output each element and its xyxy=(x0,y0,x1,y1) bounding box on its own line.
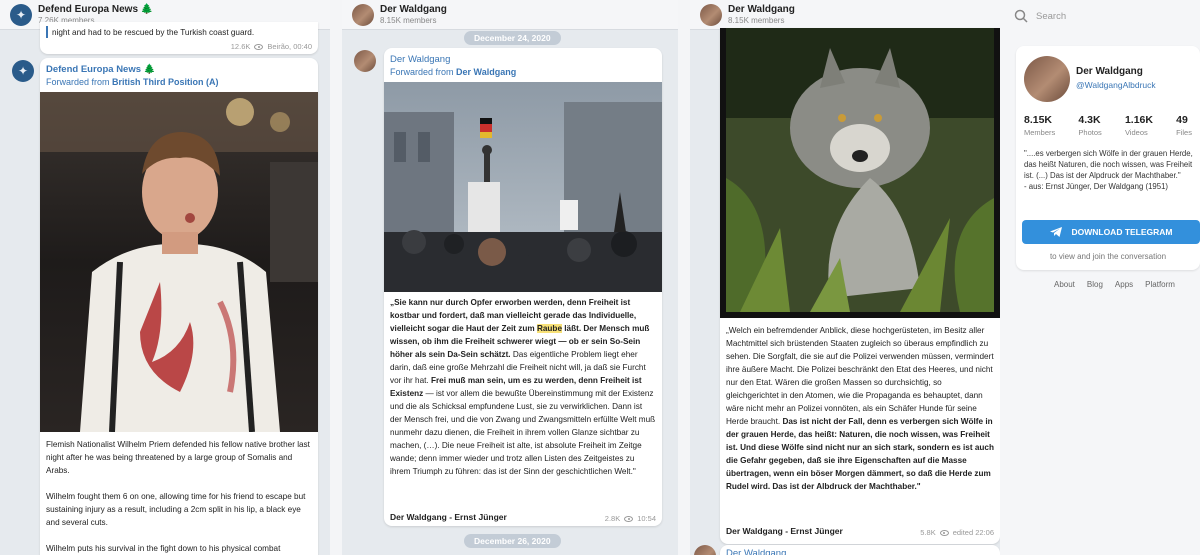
post-author-name[interactable]: Der Waldgang xyxy=(390,54,656,65)
panel-divider xyxy=(330,0,342,555)
message-bubble: Defend Europa News 🌲 Forwarded from Brit… xyxy=(40,58,318,555)
stat-label: Files xyxy=(1176,128,1192,137)
forwarded-prefix: Forwarded from xyxy=(390,67,457,77)
date-separator: December 26, 2020 xyxy=(464,534,561,548)
panel-divider xyxy=(678,0,690,555)
post-paragraph-1: Flemish Nationalist Wilhelm Priem defend… xyxy=(46,440,310,475)
description-source: - aus: Ernst Jünger, Der Waldgang (1951) xyxy=(1024,182,1169,191)
channel-avatar: ✦ xyxy=(10,3,32,26)
stat-label: Videos xyxy=(1124,128,1148,137)
footer-link-apps[interactable]: Apps xyxy=(1115,280,1133,289)
channel-avatar xyxy=(352,3,374,26)
profile-stats: 8.15K Members 4.3K Photos 1.16K Videos 49 Fi… xyxy=(1016,114,1200,137)
channel-panel-defend-europa: ✦ Defend Europa News 🌲 7.26K members nig… xyxy=(0,0,330,555)
eye-icon xyxy=(254,43,264,50)
footer-links: About Blog Apps Platform xyxy=(1054,280,1175,289)
profile-description: "....es verbergen sich Wölfe in der grau… xyxy=(1024,148,1200,192)
photo-man-image xyxy=(40,92,318,432)
post-text: „Sie kann nur durch Opfer erworben werde… xyxy=(390,296,656,478)
channel-header[interactable]: Der Waldgang 8.15K members xyxy=(342,0,678,30)
channel-header[interactable]: Der Waldgang 8.15K members xyxy=(690,0,1000,30)
stat-label: Photos xyxy=(1078,128,1102,137)
post-signature: Der Waldgang - Ernst Jünger xyxy=(390,512,507,522)
forwarded-source[interactable]: Der Waldgang xyxy=(456,67,516,77)
channel-panel-der-waldgang-1: Der Waldgang 8.15K members December 24, … xyxy=(342,0,678,555)
footer-link-about[interactable]: About xyxy=(1054,280,1075,289)
forwarded-from[interactable]: Forwarded from British Third Position (A… xyxy=(46,77,312,87)
message-bubble-previous: night and had to be rescued by the Turki… xyxy=(40,22,318,54)
post-text-part: „Welch ein befremdender Anblick, diese h… xyxy=(726,326,994,426)
view-count: 12.6K xyxy=(230,42,251,51)
stat-label: Members xyxy=(1024,128,1056,137)
post-paragraph-3: Wilhelm puts his survival in the fight d… xyxy=(46,544,281,553)
message-time: 10:54 xyxy=(637,514,656,523)
message-bubble: Der Waldgang Forwarded from Der Waldgang xyxy=(384,48,662,526)
channel-members: 8.15K members xyxy=(728,16,785,25)
channel-sidebar: Search Der Waldgang @WaldgangAlbdruck 8.… xyxy=(1000,0,1200,555)
message-snippet: night and had to be rescued by the Turki… xyxy=(52,28,255,37)
download-label: DOWNLOAD TELEGRAM xyxy=(1071,227,1173,237)
post-text-part: — ist vor allem die bewußte Übereinstimm… xyxy=(390,389,656,476)
post-author-name[interactable]: Defend Europa News 🌲 xyxy=(46,64,312,75)
post-photo[interactable] xyxy=(720,28,1000,318)
stat-value: 8.15K xyxy=(1024,114,1053,126)
message-bubble: „Welch ein befremdender Anblick, diese h… xyxy=(720,28,1000,544)
view-count: 5.8K xyxy=(920,528,936,537)
post-author-avatar[interactable] xyxy=(354,50,376,72)
description-quote: "....es verbergen sich Wölfe in der grau… xyxy=(1024,149,1193,180)
message-bubble-next: Der Waldgang xyxy=(720,545,1000,555)
message-meta: 12.6K Beirão, 00:40 xyxy=(231,42,312,51)
post-photo[interactable] xyxy=(40,92,318,432)
forwarded-prefix: Forwarded from xyxy=(46,77,113,87)
post-author-avatar[interactable]: ✦ xyxy=(12,60,34,82)
stat-value: 4.3K xyxy=(1078,114,1101,126)
channel-name: Der Waldgang xyxy=(728,4,795,15)
channel-profile-card: Der Waldgang @WaldgangAlbdruck 8.15K Memb… xyxy=(1016,46,1200,270)
footer-link-blog[interactable]: Blog xyxy=(1087,280,1103,289)
profile-avatar xyxy=(1024,56,1070,102)
post-signature: Der Waldgang - Ernst Jünger xyxy=(726,526,843,536)
message-time: Beirão, 00:40 xyxy=(267,42,312,51)
search-icon xyxy=(1014,9,1028,23)
post-text: „Welch ein befremdender Anblick, diese h… xyxy=(726,324,996,493)
message-time: edited 22:06 xyxy=(952,528,994,537)
quote-bar xyxy=(46,26,48,38)
date-separator: December 24, 2020 xyxy=(464,31,561,45)
view-count: 2.8K xyxy=(604,514,621,523)
download-telegram-button[interactable]: DOWNLOAD TELEGRAM xyxy=(1022,220,1200,244)
telegram-icon xyxy=(1050,227,1063,237)
footer-link-platform[interactable]: Platform xyxy=(1145,280,1175,289)
forwarded-from[interactable]: Forwarded from Der Waldgang xyxy=(390,67,656,77)
search-placeholder: Search xyxy=(1036,10,1067,22)
post-author-name[interactable]: Der Waldgang xyxy=(720,545,1000,555)
stat-value: 1.16K xyxy=(1124,114,1153,126)
channel-avatar xyxy=(700,3,722,26)
stat-videos[interactable]: 1.16K Videos xyxy=(1125,114,1153,137)
eye-icon xyxy=(939,529,949,536)
stat-value: 49 xyxy=(1176,114,1188,126)
post-text-part: Das ist nicht der Fall, denn es verberge… xyxy=(726,417,994,491)
stat-photos[interactable]: 4.3K Photos xyxy=(1078,114,1101,137)
message-meta: 2.8K 10:54 xyxy=(605,514,656,523)
stat-members[interactable]: 8.15K Members xyxy=(1024,114,1055,137)
search-bar[interactable]: Search xyxy=(1014,4,1200,28)
post-photo[interactable] xyxy=(384,82,662,292)
channel-name: Defend Europa News 🌲 xyxy=(38,4,154,15)
channel-members: 8.15K members xyxy=(380,16,437,25)
view-join-text: to view and join the conversation xyxy=(1049,252,1167,261)
stat-files[interactable]: 49 Files xyxy=(1176,114,1192,137)
eye-icon xyxy=(624,515,634,522)
post-paragraph-2: Wilhelm fought them 6 on one, allowing t… xyxy=(46,492,306,527)
profile-name: Der Waldgang xyxy=(1076,66,1143,77)
profile-handle[interactable]: @WaldgangAlbdruck xyxy=(1076,80,1156,90)
photo-protest-image xyxy=(384,82,662,292)
highlighted-word: Raube xyxy=(536,324,562,333)
photo-wolf-image xyxy=(720,28,1000,318)
forwarded-source[interactable]: British Third Position (A) xyxy=(112,77,219,87)
message-meta: 5.8K edited 22:06 xyxy=(920,528,994,537)
channel-name: Der Waldgang xyxy=(380,4,447,15)
post-author-avatar[interactable] xyxy=(694,545,716,555)
